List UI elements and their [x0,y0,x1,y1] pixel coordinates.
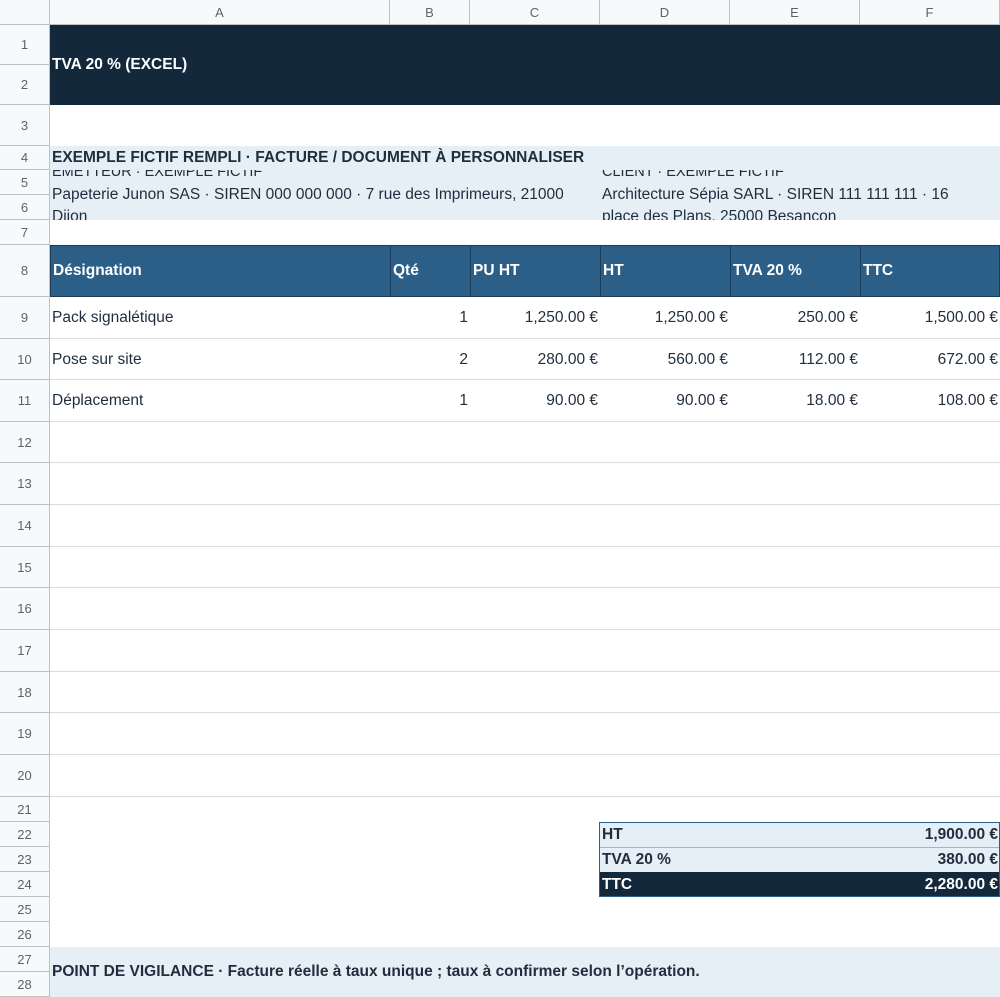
row-header[interactable]: 20 [0,755,50,797]
table-cell-designation[interactable]: Déplacement [50,380,390,422]
client-box[interactable]: CLIENT · EXEMPLE FICTIF Architecture Sép… [600,170,1000,220]
select-all-corner[interactable] [0,0,50,25]
emitter-box[interactable]: ÉMETTEUR · EXEMPLE FICTIF Papeterie Juno… [50,170,600,220]
row-divider [50,754,1000,755]
row-divider [50,338,1000,339]
row-header[interactable]: 14 [0,505,50,547]
table-cell-designation[interactable]: Pose sur site [50,339,390,380]
spreadsheet: A B C D E F 1 2 3 4 5 6 7 8 9 10 11 12 1… [0,0,1000,997]
column-header-f[interactable]: F [860,0,1000,25]
row-header[interactable]: 16 [0,588,50,630]
row-header[interactable]: 28 [0,972,50,997]
table-header-ttc[interactable]: TTC [860,245,1000,297]
client-label: CLIENT · EXEMPLE FICTIF [602,170,784,180]
row-header[interactable]: 21 [0,797,50,822]
row-header[interactable]: 18 [0,672,50,713]
table-cell-qty[interactable]: 1 [390,297,470,339]
table-cell-unit-price[interactable]: 280.00 € [470,339,600,380]
row-header[interactable]: 15 [0,547,50,588]
row-divider [50,796,1000,797]
row-header[interactable]: 5 [0,170,50,195]
row-header[interactable]: 13 [0,463,50,505]
table-cell-designation[interactable]: Pack signalétique [50,297,390,339]
table-cell-ttc[interactable]: 672.00 € [860,339,1000,380]
totals-border [599,822,1000,897]
row-header[interactable]: 26 [0,922,50,947]
column-header-e[interactable]: E [730,0,860,25]
row-divider [50,671,1000,672]
table-cell-ttc[interactable]: 108.00 € [860,380,1000,422]
row-header[interactable]: 17 [0,630,50,672]
column-header-c[interactable]: C [470,0,600,25]
sheet-title[interactable]: TVA 20 % (EXCEL) [52,25,187,105]
row-header[interactable]: 23 [0,847,50,872]
table-header-qty[interactable]: Qté [390,245,470,297]
table-cell-unit-price[interactable]: 1,250.00 € [470,297,600,339]
row-header[interactable]: 22 [0,822,50,847]
table-cell-ht[interactable]: 1,250.00 € [600,297,730,339]
row-header[interactable]: 1 [0,25,50,65]
row-header[interactable]: 9 [0,297,50,339]
example-heading[interactable]: EXEMPLE FICTIF REMPLI · FACTURE / DOCUME… [50,146,1000,170]
table-cell-ttc[interactable]: 1,500.00 € [860,297,1000,339]
row-divider [50,587,1000,588]
vigilance-note[interactable]: POINT DE VIGILANCE · Facture réelle à ta… [52,947,700,997]
table-cell-tva[interactable]: 112.00 € [730,339,860,380]
row-divider [50,504,1000,505]
client-value: Architecture Sépia SARL · SIREN 111 111 … [602,186,949,220]
table-cell-unit-price[interactable]: 90.00 € [470,380,600,422]
table-cell-tva[interactable]: 250.00 € [730,297,860,339]
row-header[interactable]: 27 [0,947,50,972]
table-header-ht[interactable]: HT [600,245,730,297]
row-header[interactable]: 6 [0,195,50,220]
row-header[interactable]: 7 [0,220,50,245]
row-divider [50,712,1000,713]
emitter-value: Papeterie Junon SAS · SIREN 000 000 000 … [52,186,564,220]
table-cell-tva[interactable]: 18.00 € [730,380,860,422]
row-header[interactable]: 24 [0,872,50,897]
row-header[interactable]: 2 [0,65,50,105]
table-cell-qty[interactable]: 1 [390,380,470,422]
column-header-d[interactable]: D [600,0,730,25]
table-cell-ht[interactable]: 90.00 € [600,380,730,422]
row-header[interactable]: 12 [0,422,50,463]
row-divider [50,379,1000,380]
table-cell-qty[interactable]: 2 [390,339,470,380]
row-header[interactable]: 8 [0,245,50,297]
table-cell-ht[interactable]: 560.00 € [600,339,730,380]
row-header[interactable]: 25 [0,897,50,922]
column-header-a[interactable]: A [50,0,390,25]
row-divider [50,462,1000,463]
table-header-designation[interactable]: Désignation [50,245,390,297]
table-header-tva[interactable]: TVA 20 % [730,245,860,297]
table-header-unit-price[interactable]: PU HT [470,245,600,297]
column-header-b[interactable]: B [390,0,470,25]
emitter-label: ÉMETTEUR · EXEMPLE FICTIF [52,170,263,180]
row-header[interactable]: 11 [0,380,50,422]
row-divider [50,546,1000,547]
row-header[interactable]: 4 [0,146,50,170]
row-header[interactable]: 10 [0,339,50,380]
row-divider [50,629,1000,630]
row-header[interactable]: 19 [0,713,50,755]
title-banner [50,25,1000,105]
row-header[interactable]: 3 [0,105,50,146]
row-divider [50,421,1000,422]
